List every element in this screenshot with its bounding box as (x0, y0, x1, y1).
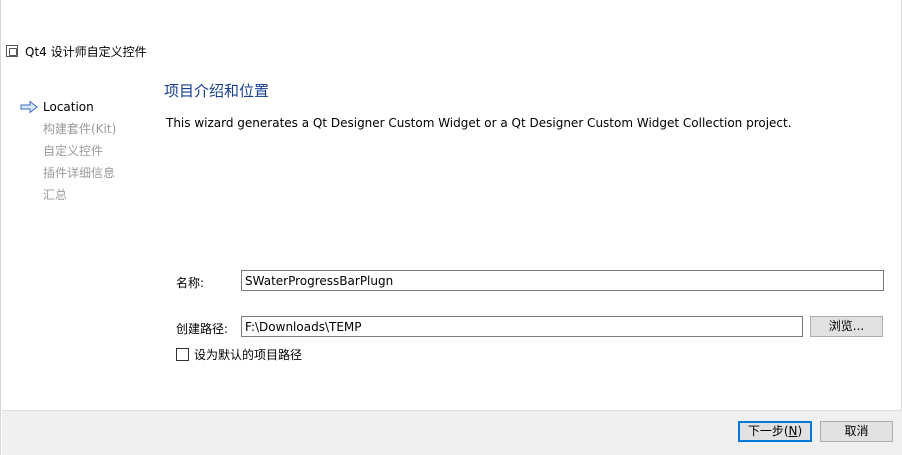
wizard-window: Qt4 设计师自定义控件 Location 构建套件(Kit) 自定义控件 插件… (0, 0, 902, 455)
title-bar: Qt4 设计师自定义控件 (1, 36, 901, 66)
cancel-button[interactable]: 取消 (820, 421, 893, 442)
name-field[interactable] (241, 270, 884, 291)
step-label: 插件详细信息 (43, 166, 116, 180)
page-title: 项目介绍和位置 (164, 82, 270, 100)
page-description: This wizard generates a Qt Designer Cust… (166, 116, 792, 130)
step-label: 构建套件(Kit) (43, 122, 117, 136)
default-path-label: 设为默认的项目路径 (194, 348, 303, 362)
step-location: Location (17, 96, 157, 118)
name-label: 名称: (176, 276, 205, 290)
window-title: Qt4 设计师自定义控件 (25, 45, 147, 59)
step-custom-widget: 自定义控件 (17, 140, 157, 162)
step-kit: 构建套件(Kit) (17, 118, 157, 140)
next-button-label-end: ) (797, 424, 803, 438)
next-button-label: 下一步( (747, 424, 789, 438)
right-arrow-icon (20, 100, 38, 114)
step-plugin-details: 插件详细信息 (17, 162, 157, 184)
path-label: 创建路径: (176, 322, 229, 336)
browse-button[interactable]: 浏览... (810, 316, 883, 337)
default-path-checkbox[interactable] (176, 348, 189, 361)
path-field[interactable] (241, 316, 803, 337)
wizard-footer: 下一步(N) 取消 (2, 410, 902, 455)
next-button[interactable]: 下一步(N) (738, 421, 812, 442)
step-label: Location (43, 100, 94, 114)
step-summary: 汇总 (17, 184, 157, 206)
app-window-icon (6, 45, 18, 57)
step-label: 自定义控件 (43, 144, 104, 158)
default-path-option[interactable]: 设为默认的项目路径 (176, 346, 302, 363)
wizard-steps: Location 构建套件(Kit) 自定义控件 插件详细信息 汇总 (17, 96, 157, 206)
step-label: 汇总 (43, 188, 68, 202)
